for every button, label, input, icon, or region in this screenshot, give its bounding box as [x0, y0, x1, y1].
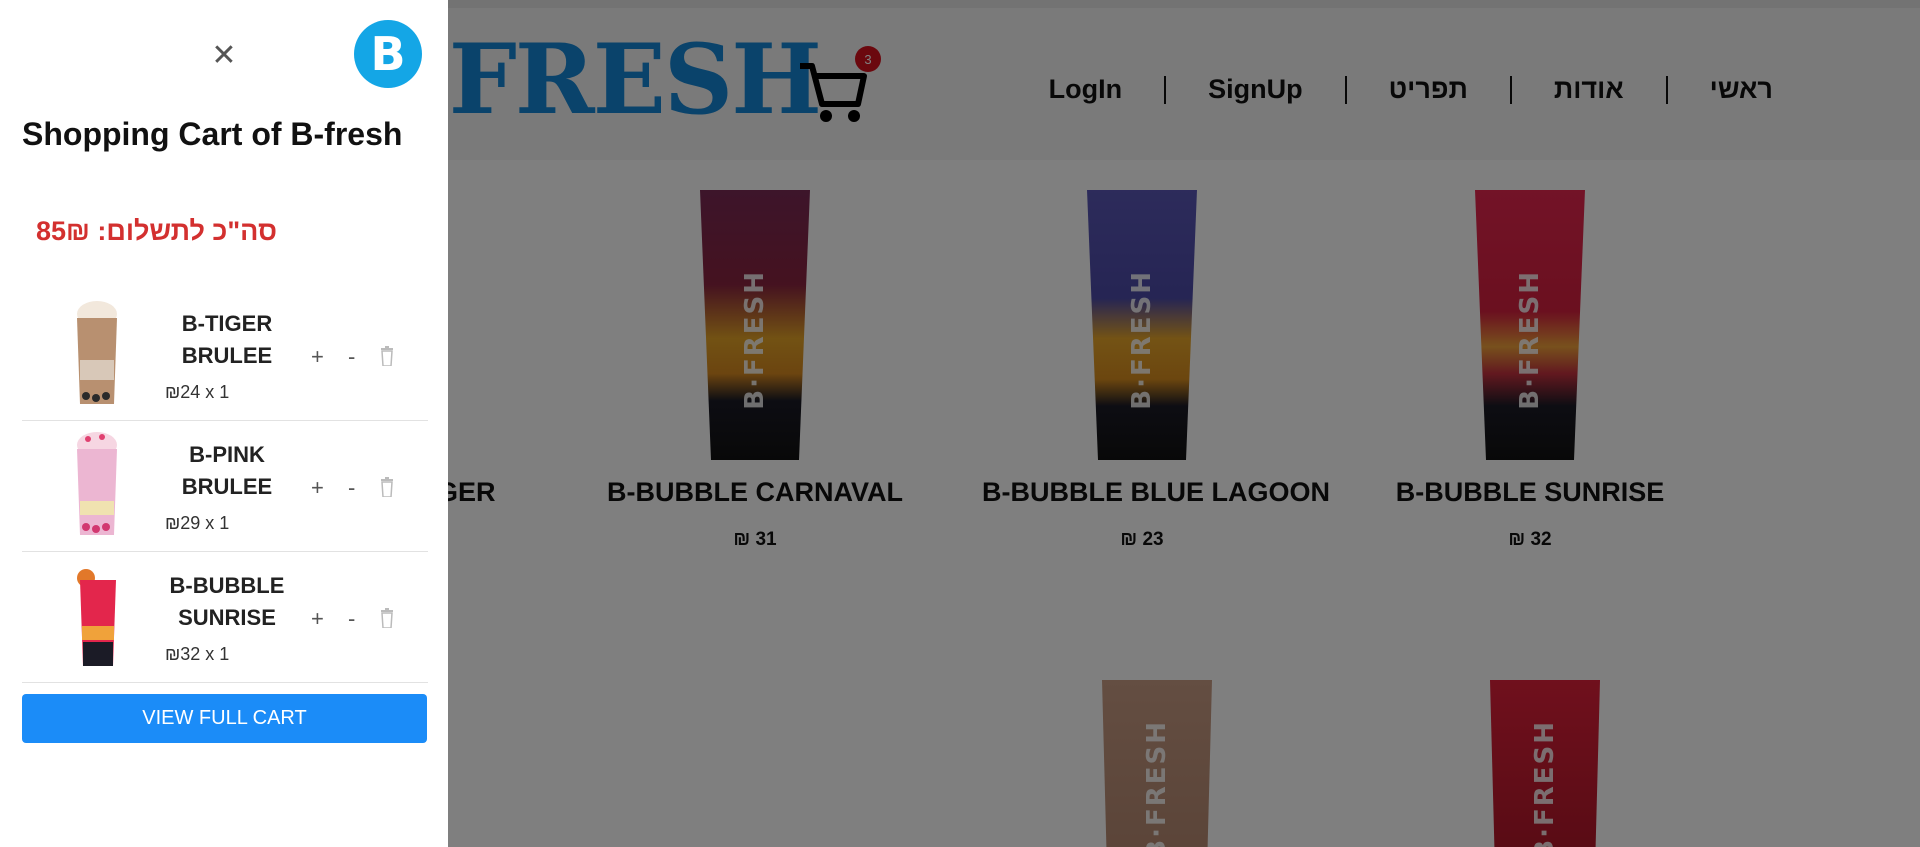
- trash-icon[interactable]: [380, 346, 394, 366]
- item-price-qty: ₪29 x 1: [165, 513, 230, 533]
- decrease-button[interactable]: -: [348, 344, 355, 370]
- view-full-cart-button[interactable]: VIEW FULL CART: [22, 694, 427, 743]
- item-name: B-TIGER BRULEE: [181, 311, 273, 368]
- increase-button[interactable]: +: [311, 606, 324, 632]
- brand-badge: B: [354, 20, 422, 88]
- item-thumbnail: [77, 432, 117, 535]
- close-icon[interactable]: ✕: [210, 41, 238, 71]
- cart-items-list: B-TIGER BRULEE + - ₪24 x 1 B-PINK BRULEE…: [22, 290, 428, 683]
- increase-button[interactable]: +: [311, 475, 324, 501]
- decrease-button[interactable]: -: [348, 606, 355, 632]
- item-name: B-BUBBLE SUNRISE: [169, 573, 285, 630]
- drawer-title: Shopping Cart of B-fresh: [22, 116, 403, 152]
- item-price-qty: ₪32 x 1: [165, 644, 230, 664]
- trash-icon[interactable]: [380, 477, 394, 497]
- item-thumbnail: [77, 569, 116, 666]
- increase-button[interactable]: +: [311, 344, 324, 370]
- item-name: B-PINK BRULEE: [181, 442, 273, 499]
- item-thumbnail: [77, 301, 117, 404]
- trash-icon[interactable]: [380, 608, 394, 628]
- cart-total: סה"כ לתשלום: 85₪: [36, 216, 277, 246]
- decrease-button[interactable]: -: [348, 475, 355, 501]
- item-price-qty: ₪24 x 1: [165, 382, 230, 402]
- cart-drawer: ✕ B Shopping Cart of B-fresh סה"כ לתשלום…: [0, 0, 448, 847]
- cart-item: B-BUBBLE SUNRISE + - ₪32 x 1: [22, 552, 428, 683]
- cart-item: B-PINK BRULEE + - ₪29 x 1: [22, 421, 428, 552]
- cart-item: B-TIGER BRULEE + - ₪24 x 1: [22, 290, 428, 421]
